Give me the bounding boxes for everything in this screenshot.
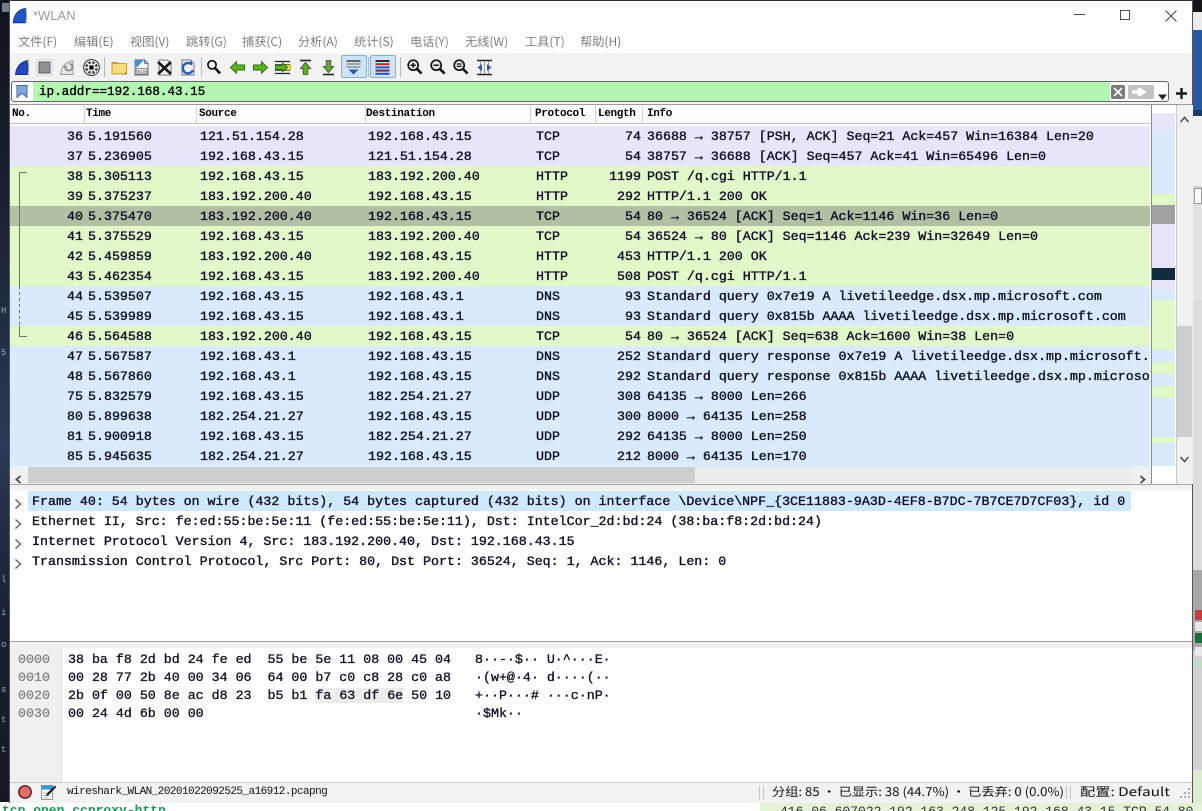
- svg-text:010: 010: [137, 69, 146, 75]
